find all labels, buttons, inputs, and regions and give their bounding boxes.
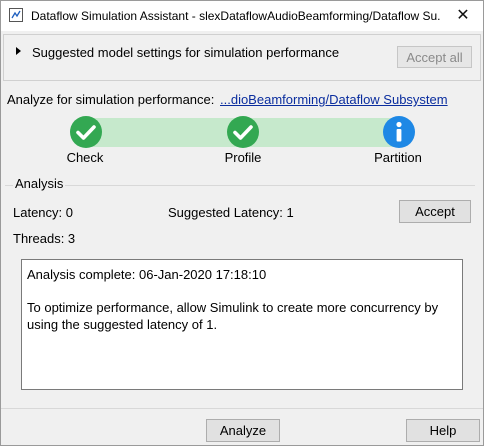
step-label-check: Check [66,150,104,165]
step-label-partition: Partition [374,150,422,165]
partition-step-info-icon [383,116,415,148]
dataflow-simulation-assistant-window: Dataflow Simulation Assistant - slexData… [0,0,484,446]
check-step-checkmark-icon [70,116,102,148]
profile-step-checkmark-icon [227,116,259,148]
accept-all-button[interactable]: Accept all [397,46,472,68]
accept-button[interactable]: Accept [399,200,471,223]
simulink-app-icon [9,8,23,22]
analyze-button[interactable]: Analyze [206,419,280,442]
expand-arrow-icon[interactable] [16,47,21,55]
analysis-group-label: Analysis [13,176,66,191]
analyze-target-label: Analyze for simulation performance: [7,92,215,107]
close-icon[interactable]: ✕ [443,1,483,31]
log-recommendation-text: To optimize performance, allow Simulink … [27,300,439,332]
footer-divider [1,408,483,409]
threads-value: Threads: 3 [13,231,76,246]
suggested-settings-label: Suggested model settings for simulation … [32,45,340,60]
title-bar: Dataflow Simulation Assistant - slexData… [1,1,483,31]
suggested-latency-value: Suggested Latency: 1 [168,205,294,220]
subsystem-link[interactable]: ...dioBeamforming/Dataflow Subsystem [220,92,448,107]
step-label-profile: Profile [224,150,262,165]
latency-value: Latency: 0 [13,205,73,220]
analysis-log-box[interactable]: Analysis complete: 06-Jan-2020 17:18:10 … [21,259,463,390]
help-button[interactable]: Help [406,419,480,442]
suggested-settings-panel[interactable]: Suggested model settings for simulation … [3,34,481,81]
log-complete-line: Analysis complete: 06-Jan-2020 17:18:10 [27,267,267,282]
window-title: Dataflow Simulation Assistant - slexData… [31,9,441,23]
